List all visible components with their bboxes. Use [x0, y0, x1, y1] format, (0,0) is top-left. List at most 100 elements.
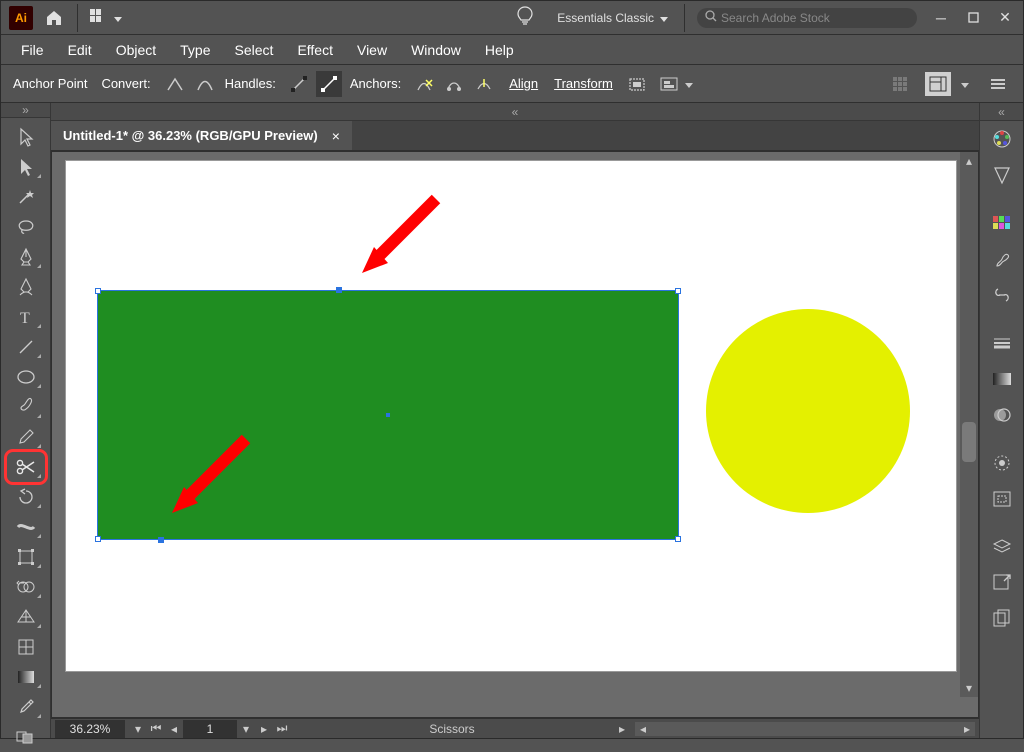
chevron-down-icon: [660, 11, 668, 25]
color-panel[interactable]: [980, 121, 1023, 157]
arrange-documents-button[interactable]: [84, 9, 128, 26]
prev-artboard-button[interactable]: ◂: [165, 720, 183, 738]
maximize-button[interactable]: [959, 8, 987, 28]
handles-hide-button[interactable]: [316, 71, 342, 97]
anchor-point[interactable]: [95, 288, 101, 294]
artboard-dropdown[interactable]: ▾: [237, 720, 255, 738]
search-stock-input[interactable]: [721, 11, 909, 25]
scissors-tool[interactable]: [7, 452, 45, 482]
scroll-thumb[interactable]: [962, 422, 976, 462]
horizontal-scrollbar[interactable]: ◂ ▸: [635, 722, 975, 736]
transform-link[interactable]: Transform: [550, 76, 617, 91]
menu-edit[interactable]: Edit: [56, 38, 104, 62]
anchor-point-selected[interactable]: [158, 537, 164, 543]
shape-builder-tool[interactable]: [7, 572, 45, 602]
paintbrush-tool[interactable]: [7, 392, 45, 422]
brushes-panel[interactable]: [980, 241, 1023, 277]
transparency-panel[interactable]: [980, 397, 1023, 433]
document-setup-button[interactable]: [925, 72, 951, 96]
anchor-point[interactable]: [675, 536, 681, 542]
color-guide-panel[interactable]: [980, 157, 1023, 193]
convert-smooth-button[interactable]: [191, 71, 217, 97]
green-rectangle[interactable]: [98, 291, 678, 539]
zoom-level[interactable]: 36.23%: [55, 720, 125, 738]
remove-anchor-button[interactable]: [411, 71, 437, 97]
panel-collapse-button[interactable]: «: [980, 103, 1023, 121]
handles-show-button[interactable]: [286, 71, 312, 97]
ellipse-tool[interactable]: [7, 362, 45, 392]
menu-bar: File Edit Object Type Select Effect View…: [1, 35, 1023, 65]
magic-wand-tool[interactable]: [7, 182, 45, 212]
type-tool[interactable]: T: [7, 302, 45, 332]
panel-menu-button[interactable]: [985, 71, 1011, 97]
eyedropper-tool[interactable]: [7, 692, 45, 722]
curvature-tool[interactable]: [7, 272, 45, 302]
anchor-point[interactable]: [675, 288, 681, 294]
line-segment-tool[interactable]: [7, 332, 45, 362]
perspective-grid-tool[interactable]: [7, 602, 45, 632]
center-point: [386, 413, 390, 417]
status-bar: 36.23% ▾ ⏮ ◂ 1 ▾ ▸ ⏭ Scissors ▸ ◂ ▸: [51, 718, 979, 738]
anchor-point[interactable]: [95, 536, 101, 542]
menu-window[interactable]: Window: [399, 38, 473, 62]
yellow-circle[interactable]: [706, 309, 910, 513]
convert-corner-button[interactable]: [161, 71, 187, 97]
align-to-button[interactable]: [659, 75, 693, 93]
selection-tool[interactable]: [7, 122, 45, 152]
close-button[interactable]: ✕: [991, 8, 1019, 28]
swatches-panel[interactable]: [980, 205, 1023, 241]
width-tool[interactable]: [7, 512, 45, 542]
pencil-tool[interactable]: [7, 422, 45, 452]
menu-object[interactable]: Object: [104, 38, 168, 62]
mesh-tool[interactable]: [7, 632, 45, 662]
align-link[interactable]: Align: [505, 76, 542, 91]
document-tab[interactable]: Untitled-1* @ 36.23% (RGB/GPU Preview) ×: [51, 121, 352, 150]
workspace-switcher[interactable]: Essentials Classic: [547, 11, 678, 25]
appearance-panel[interactable]: [980, 445, 1023, 481]
first-artboard-button[interactable]: ⏮: [147, 720, 165, 738]
graphic-styles-panel[interactable]: [980, 481, 1023, 517]
next-artboard-button[interactable]: ▸: [255, 720, 273, 738]
canvas[interactable]: ▴ ▾: [51, 151, 979, 718]
menu-help[interactable]: Help: [473, 38, 526, 62]
artboard[interactable]: [66, 161, 956, 671]
lasso-tool[interactable]: [7, 212, 45, 242]
isolate-button[interactable]: [625, 71, 651, 97]
home-button[interactable]: [39, 3, 69, 33]
menu-select[interactable]: Select: [223, 38, 286, 62]
layers-panel[interactable]: [980, 529, 1023, 565]
menu-type[interactable]: Type: [168, 38, 222, 62]
stroke-panel[interactable]: [980, 325, 1023, 361]
blend-tool[interactable]: [7, 722, 45, 752]
anchor-point-selected[interactable]: [336, 287, 342, 293]
asset-export-panel[interactable]: [980, 565, 1023, 601]
artboard-index[interactable]: 1: [183, 720, 237, 738]
menu-view[interactable]: View: [345, 38, 399, 62]
artboards-panel[interactable]: [980, 601, 1023, 637]
gradient-panel[interactable]: [980, 361, 1023, 397]
workspace-label: Essentials Classic: [557, 11, 654, 25]
menu-effect[interactable]: Effect: [285, 38, 345, 62]
search-stock-field[interactable]: [697, 8, 917, 28]
close-tab-button[interactable]: ×: [332, 128, 340, 144]
direct-selection-tool[interactable]: [7, 152, 45, 182]
cut-path-button[interactable]: [471, 71, 497, 97]
free-transform-tool[interactable]: [7, 542, 45, 572]
minimize-button[interactable]: ─: [927, 8, 955, 28]
status-play-button[interactable]: ▸: [613, 720, 631, 738]
discover-button[interactable]: [517, 6, 533, 29]
panel-dock: «: [979, 103, 1023, 738]
zoom-dropdown[interactable]: ▾: [129, 720, 147, 738]
menu-file[interactable]: File: [9, 38, 56, 62]
pen-tool[interactable]: [7, 242, 45, 272]
tools-collapse-button[interactable]: »: [1, 103, 50, 118]
grid-view-button[interactable]: [889, 71, 915, 97]
symbols-panel[interactable]: [980, 277, 1023, 313]
rotate-tool[interactable]: [7, 482, 45, 512]
connect-anchors-button[interactable]: [441, 71, 467, 97]
last-artboard-button[interactable]: ⏭: [273, 720, 291, 738]
handles-label: Handles:: [225, 76, 276, 91]
vertical-scrollbar[interactable]: ▴ ▾: [960, 152, 978, 697]
gradient-tool[interactable]: [7, 662, 45, 692]
doc-collapse-button[interactable]: «: [51, 103, 979, 121]
